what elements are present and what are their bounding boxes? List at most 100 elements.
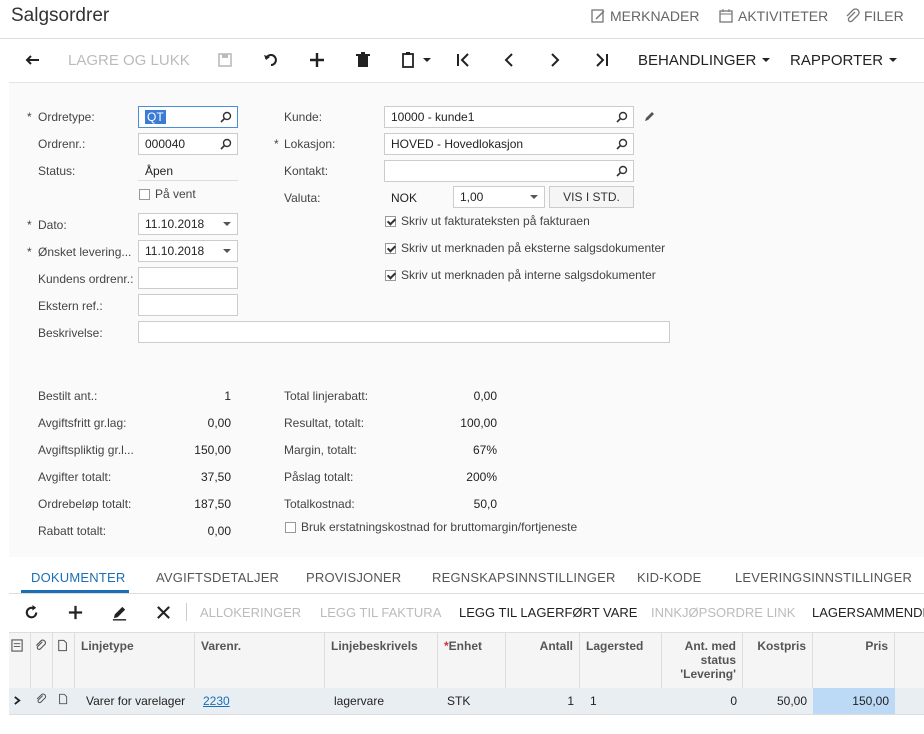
hold-checkbox[interactable] — [139, 189, 150, 200]
required-marker: * — [274, 137, 279, 151]
contact-input[interactable] — [384, 160, 634, 182]
currency-rate-input[interactable]: 1,00 — [453, 186, 545, 208]
cell-cost[interactable]: 50,00 — [743, 688, 813, 714]
col-description[interactable]: Linjebeskrivels — [325, 633, 438, 688]
print-note-external-label: Skriv ut merknaden på eksterne salgsdoku… — [401, 241, 666, 255]
add-invoice-button[interactable]: LEGG TIL FAKTURA — [320, 593, 441, 631]
cell-description[interactable]: lagervare — [328, 688, 441, 714]
delete-button[interactable] — [354, 39, 372, 81]
search-icon[interactable] — [616, 111, 628, 123]
row-attachments[interactable] — [31, 688, 53, 714]
order-nbr-input[interactable]: 000040 — [138, 133, 238, 155]
date-label: Dato: — [38, 218, 67, 232]
tab-financial-settings[interactable]: REGNSKAPSINNSTILLINGER — [432, 570, 616, 585]
column-settings[interactable] — [9, 633, 31, 688]
total-label: Resultat, totalt: — [284, 416, 365, 430]
replacement-cost-label: Bruk erstatningskostnad for bruttomargin… — [301, 520, 578, 534]
search-icon[interactable] — [220, 111, 232, 123]
save-button[interactable] — [216, 39, 234, 81]
chevron-down-icon[interactable] — [223, 249, 231, 253]
col-item[interactable]: Varenr. — [195, 633, 325, 688]
delete-row-button[interactable] — [155, 593, 172, 631]
total-label: Påslag totalt: — [284, 470, 354, 484]
add-row-button[interactable] — [67, 593, 84, 631]
prev-record-button[interactable] — [500, 39, 518, 81]
search-icon[interactable] — [616, 138, 628, 150]
chevron-left-icon — [504, 53, 513, 67]
search-icon[interactable] — [616, 165, 628, 177]
paperclip-icon — [35, 639, 46, 650]
cell-uom[interactable]: STK — [441, 688, 509, 714]
location-input[interactable]: HOVED - Hovedlokasjon — [384, 133, 634, 155]
col-warehouse[interactable]: Lagersted — [580, 633, 662, 688]
edit-icon[interactable] — [643, 110, 656, 123]
processes-label: BEHANDLINGER — [638, 51, 757, 69]
inventory-summary-button[interactable]: LAGERSAMMENDRA — [812, 593, 924, 631]
allocations-button[interactable]: ALLOKERINGER — [200, 593, 301, 631]
col-qty[interactable]: Antall — [506, 633, 580, 688]
print-invoice-text-checkbox[interactable] — [385, 216, 396, 227]
order-nbr-label: Ordrenr.: — [38, 137, 86, 151]
cell-item[interactable]: 2230 — [197, 688, 327, 714]
row-selector[interactable] — [9, 688, 31, 714]
cell-warehouse[interactable]: 1 — [584, 688, 666, 714]
requested-date-input[interactable]: 11.10.2018 — [138, 240, 238, 262]
reports-menu[interactable]: RAPPORTER — [790, 39, 898, 81]
attachments-column — [31, 633, 53, 688]
reports-label: RAPPORTER — [790, 51, 884, 69]
tab-documents[interactable]: DOKUMENTER — [31, 570, 125, 585]
date-input[interactable]: 11.10.2018 — [138, 213, 238, 235]
view-base-button[interactable]: VIS I STD. — [549, 186, 634, 208]
chevron-down-icon[interactable] — [530, 195, 538, 199]
clipboard-menu-button[interactable] — [400, 39, 431, 81]
refresh-button[interactable] — [23, 593, 40, 631]
external-ref-input[interactable] — [138, 294, 238, 316]
tab-tax-details[interactable]: AVGIFTSDETALJER — [156, 570, 279, 585]
undo-icon — [264, 54, 277, 66]
notes-icon — [591, 9, 605, 23]
tab-shipping-settings[interactable]: LEVERINGSINNSTILLINGER — [735, 570, 912, 585]
replacement-cost-checkbox[interactable] — [285, 522, 296, 533]
undo-button[interactable] — [262, 39, 280, 81]
save-close-button[interactable]: LAGRE OG LUKK — [68, 39, 190, 81]
activities-button[interactable]: AKTIVITETER — [718, 8, 828, 24]
files-label: FILER — [864, 8, 904, 24]
col-line-type[interactable]: Linjetype — [75, 633, 195, 688]
description-input[interactable] — [138, 321, 670, 343]
processes-menu[interactable]: BEHANDLINGER — [638, 39, 771, 81]
print-note-internal-checkbox[interactable] — [385, 270, 396, 281]
grid-toolbar: ALLOKERINGER LEGG TIL FAKTURA LEGG TIL L… — [9, 593, 924, 631]
item-link[interactable]: 2230 — [203, 694, 230, 708]
notes-button[interactable]: MERKNADER — [590, 8, 699, 24]
order-type-input[interactable]: QT — [138, 106, 238, 128]
edit-row-button[interactable] — [111, 593, 128, 631]
col-uom[interactable]: *Enhet — [438, 633, 506, 688]
row-notes[interactable] — [53, 688, 75, 714]
col-ship-qty[interactable]: Ant. med status 'Levering' — [662, 633, 743, 688]
next-record-button[interactable] — [546, 39, 564, 81]
chevron-down-icon[interactable] — [223, 222, 231, 226]
back-button[interactable] — [24, 39, 42, 81]
last-record-button[interactable] — [592, 39, 610, 81]
add-stock-item-button[interactable]: LEGG TIL LAGERFØRT VARE — [459, 593, 637, 631]
col-price[interactable]: Pris — [813, 633, 895, 688]
first-record-button[interactable] — [455, 39, 473, 81]
add-button[interactable] — [308, 39, 326, 81]
print-note-external-checkbox[interactable] — [385, 243, 396, 254]
customer-order-input[interactable] — [138, 267, 238, 289]
cell-price[interactable]: 150,00 — [813, 688, 895, 714]
tab-commissions[interactable]: PROVISJONER — [306, 570, 401, 585]
po-link-button[interactable]: INNKJØPSORDRE LINK — [651, 593, 795, 631]
cell-line-type[interactable]: Varer for varelager — [80, 688, 200, 714]
col-cost[interactable]: Kostpris — [743, 633, 813, 688]
total-label: Ordrebeløp totalt: — [38, 497, 132, 511]
cell-qty[interactable]: 1 — [506, 688, 580, 714]
customer-input[interactable]: 10000 - kunde1 — [384, 106, 634, 128]
chevron-right-icon — [551, 53, 560, 67]
search-icon[interactable] — [220, 138, 232, 150]
total-label: Margin, totalt: — [284, 443, 357, 457]
page-title: Salgsordrer — [11, 5, 110, 26]
tab-kid-code[interactable]: KID-KODE — [637, 570, 701, 585]
table-row[interactable]: Varer for varelager 2230 lagervare STK 1… — [9, 688, 924, 715]
files-button[interactable]: FILER — [844, 8, 904, 24]
